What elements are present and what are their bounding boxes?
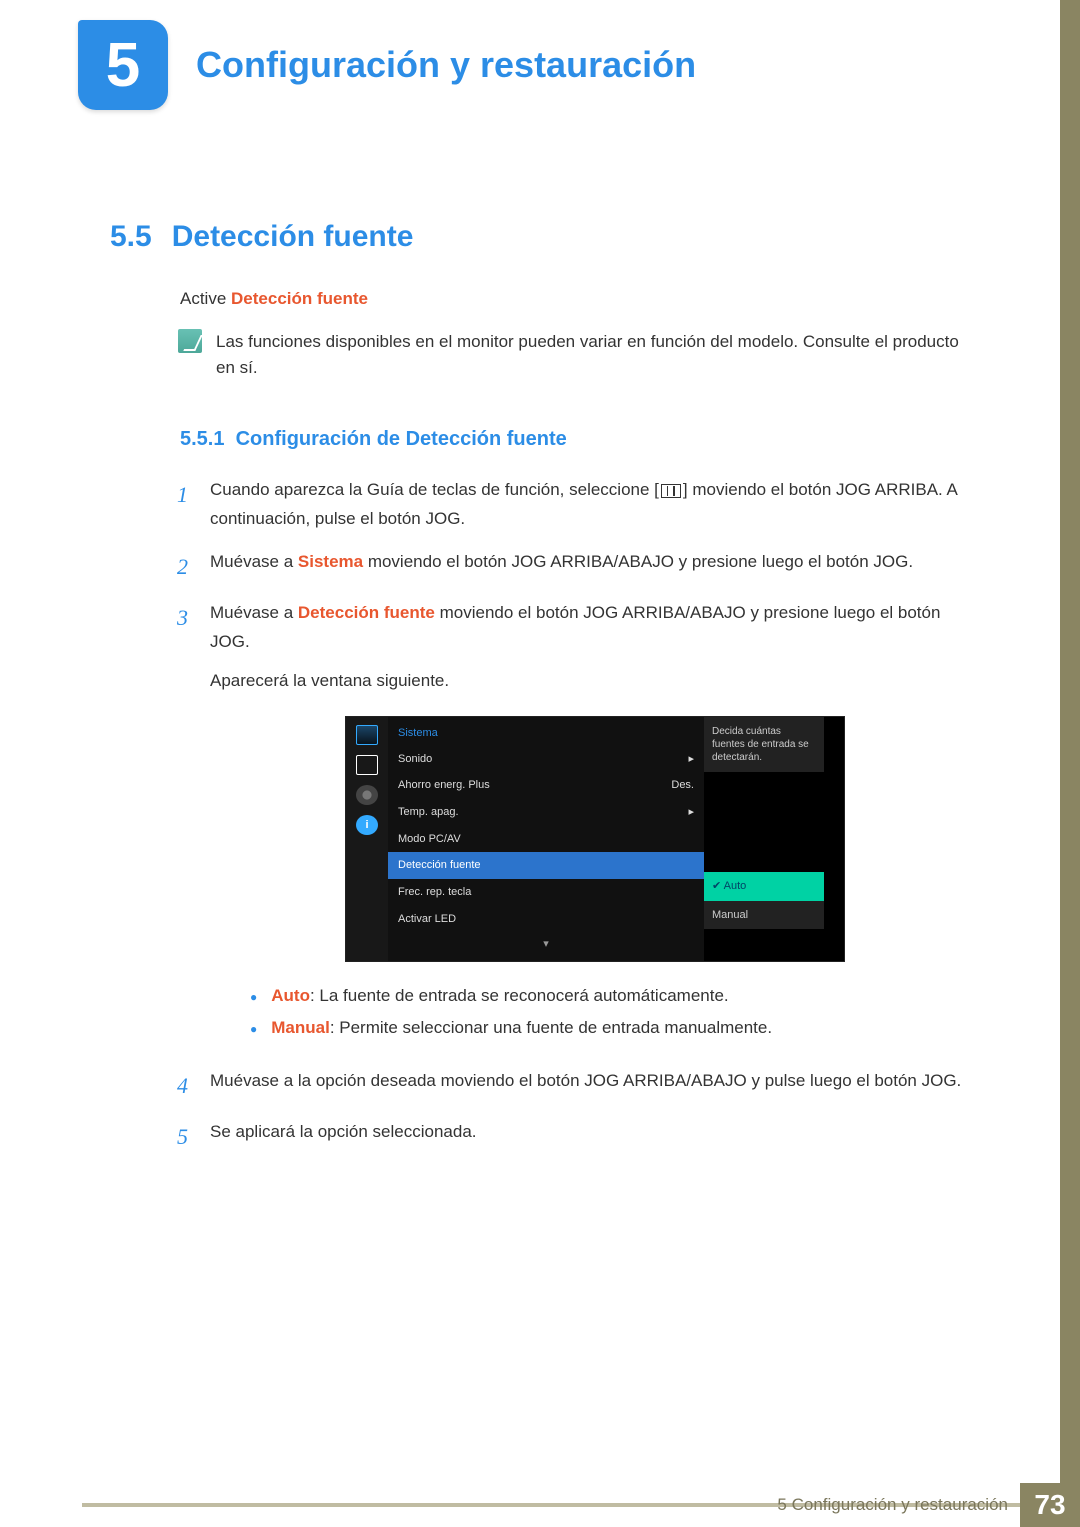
osd-item-label: Temp. apag.	[398, 803, 459, 822]
osd-item-frec: Frec. rep. tecla	[388, 879, 704, 906]
subsection-number: 5.5.1	[180, 428, 224, 450]
screen-icon	[356, 755, 378, 775]
footer-page-number: 73	[1020, 1483, 1080, 1527]
chapter-number-badge: 5	[78, 20, 168, 110]
osd-menu-list: Sistema Sonido ▸ Ahorro energ. Plus Des. T…	[388, 717, 704, 961]
side-stripe	[1060, 0, 1080, 1527]
osd-submenu-auto-selected: Auto	[704, 872, 824, 901]
section-heading: 5.5 Detección fuente	[110, 220, 980, 254]
step-body: Muévase a la opción deseada moviendo el …	[210, 1067, 980, 1104]
step-body: Cuando aparezca la Guía de teclas de fun…	[210, 476, 980, 534]
chevron-right-icon: ▸	[688, 803, 694, 822]
step-1: 1 Cuando aparezca la Guía de teclas de f…	[170, 476, 980, 534]
chevron-right-icon: ▸	[688, 750, 694, 769]
step2-text-a: Muévase a	[210, 552, 298, 571]
note-icon	[178, 329, 202, 353]
bullet-manual-label: Manual	[271, 1018, 330, 1037]
osd-item-label: Modo PC/AV	[398, 830, 461, 849]
note-text: Las funciones disponibles en el monitor …	[216, 329, 980, 380]
step-3: 3 Muévase a Detección fuente moviendo el…	[170, 599, 980, 1052]
intro-line: Active Detección fuente	[180, 289, 980, 309]
note-block: Las funciones disponibles en el monitor …	[178, 329, 980, 380]
step-2: 2 Muévase a Sistema moviendo el botón JO…	[170, 548, 980, 585]
osd-item-ahorro: Ahorro energ. Plus Des.	[388, 772, 704, 799]
step3-text-a: Muévase a	[210, 603, 298, 622]
step-number: 5	[170, 1118, 188, 1155]
bullet-auto: ● Auto: La fuente de entrada se reconoce…	[250, 980, 980, 1012]
chapter-header: 5 Configuración y restauración	[0, 0, 1080, 110]
osd-hint-text: Decida cuántas fuentes de entrada se det…	[704, 717, 824, 772]
gear-icon	[356, 785, 378, 805]
osd-item-label: Ahorro energ. Plus	[398, 776, 490, 795]
intro-highlight: Detección fuente	[231, 289, 368, 308]
osd-screenshot: i Sistema Sonido ▸ Ahorro energ. Plus Des.…	[345, 716, 845, 962]
info-icon: i	[356, 815, 378, 835]
footer-breadcrumb: 5 Configuración y restauración	[777, 1483, 1020, 1527]
page-footer: 5 Configuración y restauración 73	[0, 1483, 1080, 1527]
osd-item-label: Detección fuente	[398, 856, 481, 875]
osd-right-panel: Decida cuántas fuentes de entrada se det…	[704, 717, 844, 961]
step2-text-b: moviendo el botón JOG ARRIBA/ABAJO y pre…	[363, 552, 913, 571]
bullet-dot-icon: ●	[250, 1012, 257, 1044]
bullet-manual: ● Manual: Permite seleccionar una fuente…	[250, 1012, 980, 1044]
chapter-title: Configuración y restauración	[196, 44, 696, 86]
osd-item-label: Activar LED	[398, 910, 456, 929]
bullet-auto-label: Auto	[271, 986, 310, 1005]
bullet-auto-text: : La fuente de entrada se reconocerá aut…	[310, 986, 729, 1005]
section-number: 5.5	[110, 220, 152, 254]
chevron-down-icon: ▾	[388, 932, 704, 957]
bullet-dot-icon: ●	[250, 980, 257, 1012]
osd-item-temp: Temp. apag. ▸	[388, 799, 704, 826]
osd-item-value: Des.	[671, 776, 694, 795]
option-bullets: ● Auto: La fuente de entrada se reconoce…	[250, 980, 980, 1045]
step-body: Se aplicará la opción seleccionada.	[210, 1118, 980, 1155]
osd-sidebar: i	[346, 717, 388, 961]
osd-submenu: Auto Manual	[704, 872, 824, 929]
osd-submenu-manual: Manual	[704, 901, 824, 930]
step-body: Muévase a Detección fuente moviendo el b…	[210, 599, 980, 1052]
osd-item-sonido: Sonido ▸	[388, 746, 704, 773]
step3-highlight: Detección fuente	[298, 603, 435, 622]
menu-icon	[661, 484, 681, 498]
intro-prefix: Active	[180, 289, 231, 308]
step-number: 1	[170, 476, 188, 534]
step-list: 1 Cuando aparezca la Guía de teclas de f…	[170, 476, 980, 1155]
step1-text-a: Cuando aparezca la Guía de teclas de fun…	[210, 480, 659, 499]
osd-category: Sistema	[388, 721, 704, 746]
osd-item-deteccion-selected: Detección fuente	[388, 852, 704, 879]
osd-item-modo: Modo PC/AV	[388, 826, 704, 853]
step2-highlight: Sistema	[298, 552, 363, 571]
step-4: 4 Muévase a la opción deseada moviendo e…	[170, 1067, 980, 1104]
osd-item-label: Frec. rep. tecla	[398, 883, 471, 902]
step-number: 4	[170, 1067, 188, 1104]
step-number: 3	[170, 599, 188, 1052]
subsection-heading: 5.5.1 Configuración de Detección fuente	[180, 428, 980, 451]
step-body: Muévase a Sistema moviendo el botón JOG …	[210, 548, 980, 585]
step-number: 2	[170, 548, 188, 585]
step-5: 5 Se aplicará la opción seleccionada.	[170, 1118, 980, 1155]
bullet-manual-text: : Permite seleccionar una fuente de entr…	[330, 1018, 772, 1037]
subsection-title: Configuración de Detección fuente	[236, 428, 567, 450]
step3-text-c: Aparecerá la ventana siguiente.	[210, 667, 980, 696]
osd-item-label: Sonido	[398, 750, 432, 769]
section-title: Detección fuente	[172, 220, 414, 254]
osd-item-led: Activar LED	[388, 906, 704, 933]
monitor-icon	[356, 725, 378, 745]
